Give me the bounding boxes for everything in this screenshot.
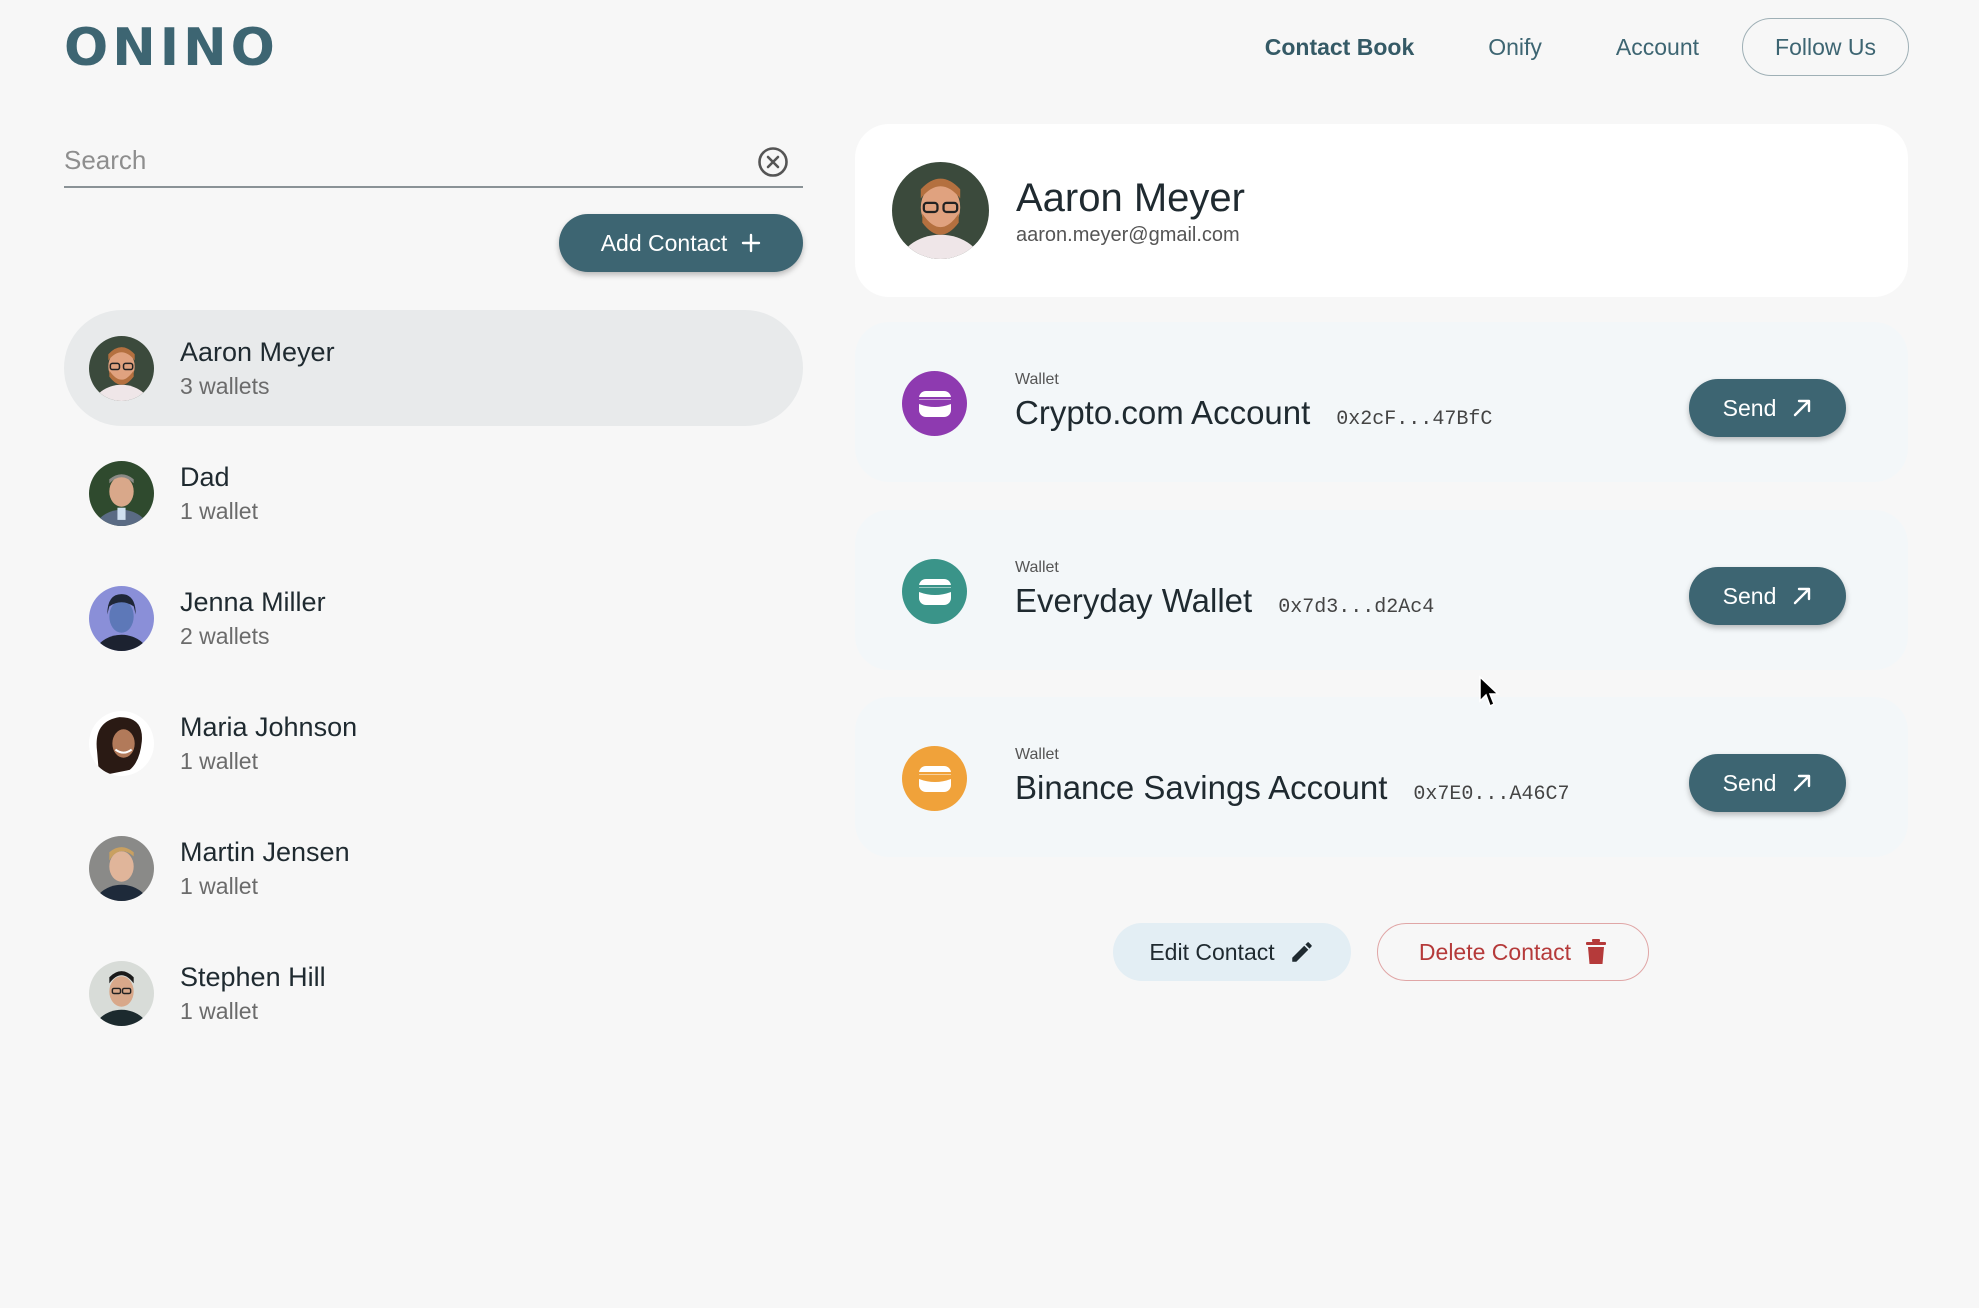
wallet-icon <box>902 746 967 811</box>
contact-name: Stephen Hill <box>180 962 326 992</box>
send-button[interactable]: Send <box>1689 567 1846 625</box>
send-label: Send <box>1722 582 1777 609</box>
contact-profile-card: Aaron Meyer aaron.meyer@gmail.com <box>855 124 1908 297</box>
onino-logo[interactable]: ONINO <box>64 18 279 78</box>
send-label: Send <box>1722 769 1777 796</box>
contact-item[interactable]: Dad 1 wallet <box>64 435 803 551</box>
wallet-icon <box>902 371 967 436</box>
edit-contact-button[interactable]: Edit Contact <box>1113 923 1351 981</box>
avatar <box>89 835 154 901</box>
avatar <box>89 335 154 401</box>
top-nav: Contact Book Onify Account Follow Us <box>1228 18 1909 76</box>
profile-email: aaron.meyer@gmail.com <box>1016 223 1240 246</box>
add-contact-label: Add Contact <box>600 229 728 256</box>
plus-icon <box>742 233 761 253</box>
send-button[interactable]: Send <box>1689 754 1846 812</box>
delete-contact-label: Delete Contact <box>1418 938 1572 965</box>
nav-account[interactable]: Account <box>1579 34 1736 61</box>
wallet-name: Binance Savings Account <box>1015 769 1388 806</box>
wallet-name: Everyday Wallet <box>1015 582 1253 619</box>
contact-wallet-count: 3 wallets <box>180 373 270 399</box>
nav-onify[interactable]: Onify <box>1451 34 1579 61</box>
contact-wallet-count: 1 wallet <box>180 998 258 1024</box>
search-input[interactable] <box>64 136 803 184</box>
avatar <box>89 585 154 651</box>
edit-contact-label: Edit Contact <box>1149 938 1275 965</box>
send-label: Send <box>1722 394 1777 421</box>
wallet-label: Wallet <box>1015 559 1059 576</box>
avatar <box>89 710 154 776</box>
contact-wallet-count: 1 wallet <box>180 748 258 774</box>
wallet-name: Crypto.com Account <box>1015 394 1311 431</box>
contact-name: Aaron Meyer <box>180 337 335 367</box>
wallet-label: Wallet <box>1015 746 1059 763</box>
contact-wallet-count: 1 wallet <box>180 873 258 899</box>
wallet-address: 0x7d3...d2Ac4 <box>1278 596 1435 619</box>
delete-contact-button[interactable]: Delete Contact <box>1377 923 1649 981</box>
wallet-label: Wallet <box>1015 371 1059 388</box>
nav-contact-book[interactable]: Contact Book <box>1228 34 1452 61</box>
avatar <box>892 162 989 259</box>
wallet-address: 0x2cF...47BfC <box>1336 408 1493 431</box>
arrow-up-right-icon <box>1794 774 1811 792</box>
follow-us-button[interactable]: Follow Us <box>1742 18 1909 76</box>
wallet-card: Wallet Everyday Wallet 0x7d3...d2Ac4 Sen… <box>855 510 1908 670</box>
search-bar <box>64 136 803 188</box>
mouse-cursor-icon <box>1479 675 1500 708</box>
wallet-icon <box>902 559 967 624</box>
wallet-card: Wallet Binance Savings Account 0x7E0...A… <box>855 697 1908 857</box>
send-button[interactable]: Send <box>1689 379 1846 437</box>
contact-list: Aaron Meyer 3 wallets Dad 1 wallet Jenna… <box>64 310 803 1060</box>
avatar <box>89 960 154 1026</box>
contact-wallet-count: 2 wallets <box>180 623 270 649</box>
contact-item[interactable]: Martin Jensen 1 wallet <box>64 810 803 926</box>
contact-item[interactable]: Stephen Hill 1 wallet <box>64 935 803 1051</box>
avatar <box>89 460 154 526</box>
contact-name: Dad <box>180 462 230 492</box>
contact-item[interactable]: Maria Johnson 1 wallet <box>64 685 803 801</box>
contact-name: Jenna Miller <box>180 587 326 617</box>
contact-item[interactable]: Jenna Miller 2 wallets <box>64 560 803 676</box>
wallet-address: 0x7E0...A46C7 <box>1413 783 1570 806</box>
wallet-card: Wallet Crypto.com Account 0x2cF...47BfC … <box>855 322 1908 482</box>
trash-icon <box>1586 939 1607 964</box>
contact-wallet-count: 1 wallet <box>180 498 258 524</box>
add-contact-button[interactable]: Add Contact <box>559 214 803 272</box>
contact-item[interactable]: Aaron Meyer 3 wallets <box>64 310 803 426</box>
arrow-up-right-icon <box>1794 587 1811 605</box>
profile-name: Aaron Meyer <box>1016 175 1245 220</box>
pencil-icon <box>1291 942 1312 962</box>
clear-search-icon[interactable] <box>757 146 789 178</box>
contact-name: Martin Jensen <box>180 837 350 867</box>
contact-name: Maria Johnson <box>180 712 358 742</box>
arrow-up-right-icon <box>1794 399 1811 417</box>
